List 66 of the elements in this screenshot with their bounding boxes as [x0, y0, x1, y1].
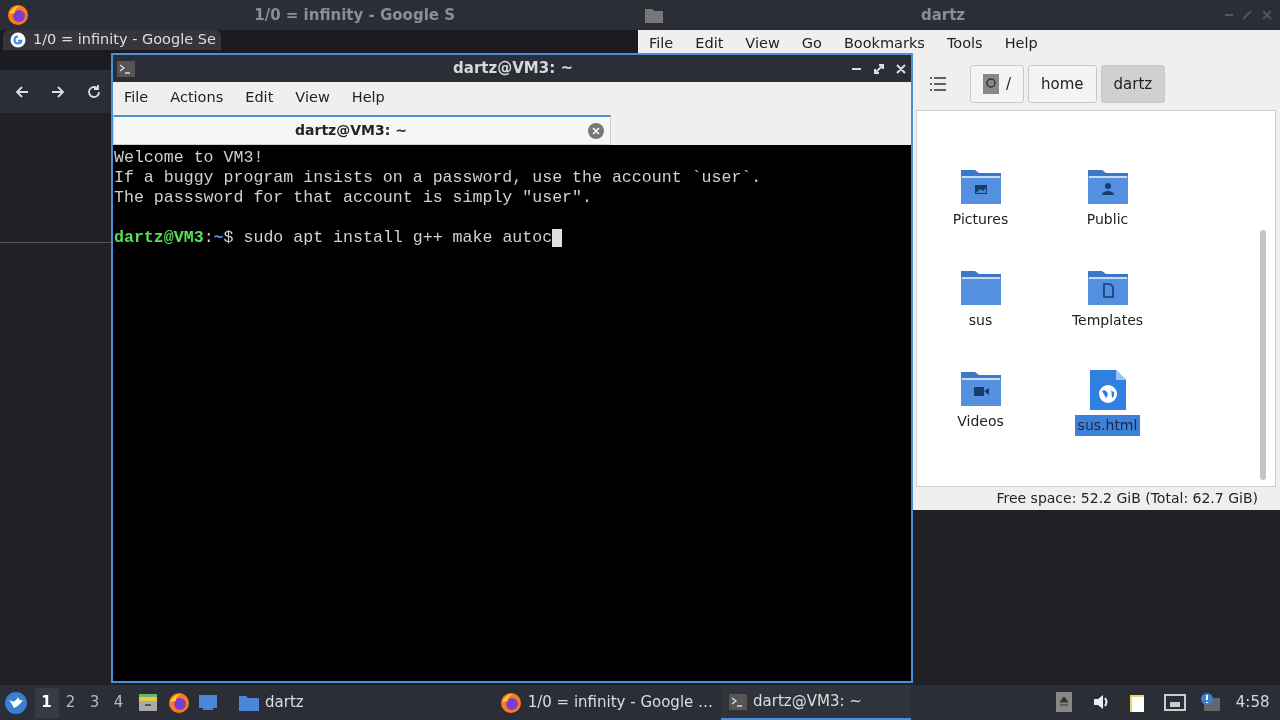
file-name[interactable]: sus	[965, 310, 996, 331]
menu-item[interactable]: File	[638, 33, 685, 55]
menu-item[interactable]: Help	[340, 87, 396, 109]
status-text: Free space: 52.2 GiB (Total: 62.7 GiB)	[996, 489, 1258, 508]
menu-item[interactable]: View	[284, 87, 341, 109]
path-button[interactable]: /	[970, 65, 1025, 103]
firefox-icon	[7, 4, 29, 26]
list-view-icon[interactable]	[930, 77, 946, 91]
web-file-icon	[1087, 370, 1128, 410]
folder-icon	[645, 7, 663, 23]
file-name[interactable]: Videos	[954, 411, 1007, 432]
firefox-icon[interactable]	[168, 691, 190, 714]
scrollbar-thumb[interactable]	[1260, 230, 1266, 480]
terminal-text: $ sudo apt install g++ make autoc	[223, 228, 553, 248]
menu-item[interactable]: Go	[790, 33, 833, 55]
clock[interactable]: 4:58	[1235, 691, 1270, 714]
taskbar-button[interactable]: 1/0 = infinity - Google …	[491, 685, 722, 720]
file-name[interactable]: Templates	[1068, 310, 1147, 331]
menu-item[interactable]: Edit	[684, 33, 735, 55]
network-icon[interactable]	[1163, 691, 1186, 714]
window-controls-icon	[1223, 9, 1273, 21]
window-title: dartz@VM3: ~	[452, 58, 573, 80]
file-name[interactable]: Public	[1083, 209, 1132, 230]
file-name[interactable]: Pictures	[949, 209, 1012, 230]
terminal-tab[interactable]: dartz@VM3: ~	[295, 120, 407, 141]
videos-folder-icon[interactable]	[960, 370, 1001, 406]
templates-folder-icon[interactable]	[1087, 269, 1128, 305]
update-notifier-icon[interactable]	[1199, 691, 1222, 714]
file-cabinet-icon[interactable]	[138, 691, 160, 714]
terminal-icon	[116, 60, 135, 77]
window-title: 1/0 = infinity - Google S	[254, 4, 455, 26]
workspace-button[interactable]: 1	[34, 687, 59, 718]
menu-item[interactable]: Tools	[935, 33, 994, 55]
folder-icon	[239, 694, 259, 711]
close-icon[interactable]	[588, 122, 604, 139]
menu-item[interactable]: File	[113, 87, 160, 109]
terminal-text: The passsword for that account is simply "user".	[114, 188, 592, 208]
menu-item[interactable]: Edit	[234, 87, 285, 109]
prompt-user: dartz@VM3	[114, 228, 204, 248]
workspace-button[interactable]: 2	[58, 687, 83, 718]
menu-item[interactable]: Actions	[159, 87, 235, 109]
workspace-button[interactable]: 3	[82, 687, 107, 718]
terminal-text: Welcome to VM3!	[114, 148, 264, 168]
window-title: dartz	[920, 4, 966, 26]
path-button[interactable]: dartz	[1100, 65, 1166, 103]
pictures-folder-icon[interactable]	[960, 168, 1001, 204]
window-controls-icon	[851, 62, 908, 75]
google-icon	[10, 32, 26, 48]
browser-tab[interactable]: 1/0 = infinity - Google Se	[3, 30, 221, 50]
taskbar-button[interactable]: dartz	[231, 685, 312, 720]
start-menu-icon[interactable]	[3, 690, 28, 715]
terminal-text: :	[203, 228, 214, 248]
taskbar-button[interactable]: dartz@VM3: ~	[721, 685, 912, 720]
terminal-text: If a buggy program insists on a password, use the account `user`.	[114, 168, 762, 188]
public-folder-icon[interactable]	[1087, 168, 1128, 204]
menu-item[interactable]: View	[734, 33, 791, 55]
menu-item[interactable]: Help	[993, 33, 1049, 55]
workspace-button[interactable]: 4	[106, 687, 131, 718]
menu-item[interactable]: Bookmarks	[832, 33, 936, 55]
drive-icon	[983, 74, 999, 94]
path-button[interactable]: home	[1028, 65, 1097, 103]
prompt-path: ~	[213, 228, 224, 248]
file-name[interactable]: sus.html	[1074, 415, 1141, 436]
firefox-icon	[499, 691, 522, 714]
terminal-icon	[729, 693, 748, 710]
folder-icon[interactable]	[960, 269, 1001, 305]
